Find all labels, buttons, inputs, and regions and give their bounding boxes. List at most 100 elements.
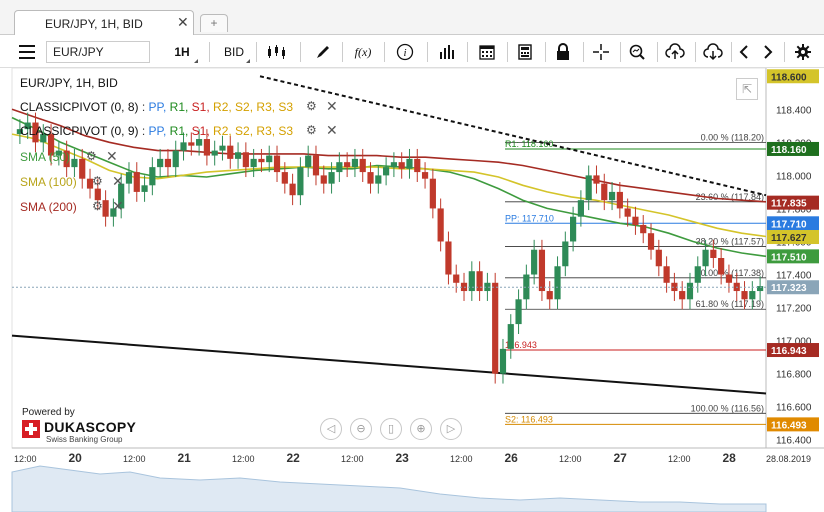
candle-body (406, 158, 413, 169)
candle-body (141, 185, 148, 192)
price-tick-label: 118.000 (776, 171, 812, 182)
chevron-right-icon[interactable] (758, 39, 778, 65)
sma100-close-icon[interactable]: ✕ (112, 173, 124, 190)
chart-toolbar: EUR/JPY 1H BID f(x) i (0, 36, 824, 68)
candle-body (538, 249, 546, 292)
pivot-level-label: S1, (188, 124, 210, 138)
fibonacci-label: 0.00 % (118.20) (701, 132, 764, 142)
candle-body (71, 158, 78, 168)
candle-body (219, 145, 226, 151)
candle-body (250, 158, 257, 168)
zoom-icon[interactable] (624, 39, 650, 65)
price-badge-label: 118.600 (771, 72, 807, 83)
period-select[interactable]: 1H (164, 39, 200, 65)
candle-body (453, 274, 460, 283)
sma200-close-icon[interactable]: ✕ (112, 198, 124, 215)
pivot-level-label: PP, (145, 100, 167, 114)
sma50-gear-icon[interactable]: ⚙ (86, 149, 97, 163)
draw-pen-icon[interactable] (308, 39, 338, 65)
lock-icon[interactable] (550, 39, 576, 65)
candle-body (421, 172, 429, 179)
pivot-level-label: S2, (231, 100, 254, 114)
candle-body (468, 271, 475, 292)
navigator-area (11, 465, 767, 512)
calculator-icon[interactable] (512, 39, 538, 65)
expand-icon[interactable]: ⇱ (736, 78, 758, 100)
price-tick-label: 116.400 (776, 436, 812, 447)
side-select[interactable]: BID (216, 39, 252, 65)
gear-icon[interactable] (790, 39, 816, 65)
scroll-left-icon[interactable]: ◁ (320, 418, 342, 440)
candle-body (741, 291, 748, 300)
candle-body (585, 175, 592, 201)
time-tick-label: 12:00 (668, 454, 691, 464)
pivot2-levels: : PP, R1, S1, R2, S2, R3, S3 (142, 124, 293, 138)
close-icon[interactable]: ✕ (177, 14, 189, 31)
bars-icon[interactable] (434, 39, 460, 65)
add-tab-button[interactable]: + (200, 14, 228, 32)
pivot-level-label: PP, (145, 124, 167, 138)
pivot1-close-icon[interactable]: ✕ (326, 98, 338, 115)
price-badge-label: 117.627 (771, 233, 807, 244)
candle-body (297, 167, 304, 196)
sma50-close-icon[interactable]: ✕ (106, 148, 118, 165)
candles-icon[interactable] (262, 39, 292, 65)
menu-icon[interactable] (14, 39, 40, 65)
price-chart[interactable]: 118.600118.400118.200118.000117.800117.6… (0, 68, 824, 512)
candle-body (273, 155, 281, 173)
candle-body (344, 162, 351, 168)
pivot-label: S2: 116.493 (505, 414, 553, 424)
pivot1-gear-icon[interactable]: ⚙ (306, 99, 317, 113)
candle-body (227, 145, 234, 159)
candle-body (266, 155, 273, 163)
time-tick-label: 21 (178, 451, 192, 465)
sma50-legend[interactable]: SMA (50) (20, 150, 70, 164)
candle-body (383, 167, 390, 176)
zoom-in-icon[interactable]: ⊕ (410, 418, 432, 440)
download-icon[interactable] (700, 39, 726, 65)
candle-body (125, 172, 133, 184)
candle-body (157, 158, 164, 168)
pivot-level-label: R3, (253, 124, 276, 138)
crosshair-icon[interactable] (588, 39, 614, 65)
candle-body (718, 258, 725, 275)
sma200-legend[interactable]: SMA (200) (20, 200, 77, 214)
candle-body (79, 158, 86, 179)
candle-body (320, 175, 327, 184)
chevron-left-icon[interactable] (734, 39, 754, 65)
candle-body (570, 216, 577, 242)
pivot-label: PP: 117.710 (505, 213, 554, 223)
price-tick-label: 116.600 (776, 403, 812, 414)
function-icon[interactable]: f(x) (348, 39, 378, 65)
candle-body (499, 348, 507, 374)
candle-body (180, 142, 187, 151)
price-tick-label: 116.800 (776, 370, 812, 381)
zoom-out-icon[interactable]: ⊖ (350, 418, 372, 440)
sma100-gear-icon[interactable]: ⚙ (92, 174, 103, 188)
sma100-legend[interactable]: SMA (100) (20, 175, 77, 189)
scroll-right-icon[interactable]: ▷ (440, 418, 462, 440)
candle-body (710, 249, 717, 258)
pivot2-gear-icon[interactable]: ⚙ (306, 123, 317, 137)
candle-body (492, 282, 499, 374)
candle-body (749, 291, 756, 300)
candle-body (398, 162, 405, 169)
candle-body (546, 291, 553, 300)
candle-body (375, 175, 382, 184)
candle-body (554, 266, 561, 300)
upload-icon[interactable] (662, 39, 688, 65)
sma200-gear-icon[interactable]: ⚙ (92, 199, 103, 213)
calendar-icon[interactable] (474, 39, 500, 65)
candle-body (515, 299, 522, 325)
candle-body (164, 158, 172, 168)
fibonacci-label: 61.80 % (117.19) (696, 299, 764, 309)
pivot2-legend[interactable]: CLASSICPIVOT (0, 9) : PP, R1, S1, R2, S2… (20, 124, 293, 138)
reset-zoom-icon[interactable]: ▯ (380, 418, 402, 440)
info-icon[interactable]: i (392, 39, 418, 65)
pivot2-close-icon[interactable]: ✕ (326, 122, 338, 139)
pivot1-legend[interactable]: CLASSICPIVOT (0, 8) : PP, R1, S1, R2, S2… (20, 100, 293, 114)
candle-body (655, 249, 662, 267)
chart-tab[interactable]: EUR/JPY, 1H, BID ✕ (14, 10, 194, 35)
price-tick-label: 117.200 (776, 304, 812, 315)
symbol-input[interactable]: EUR/JPY (46, 41, 150, 63)
